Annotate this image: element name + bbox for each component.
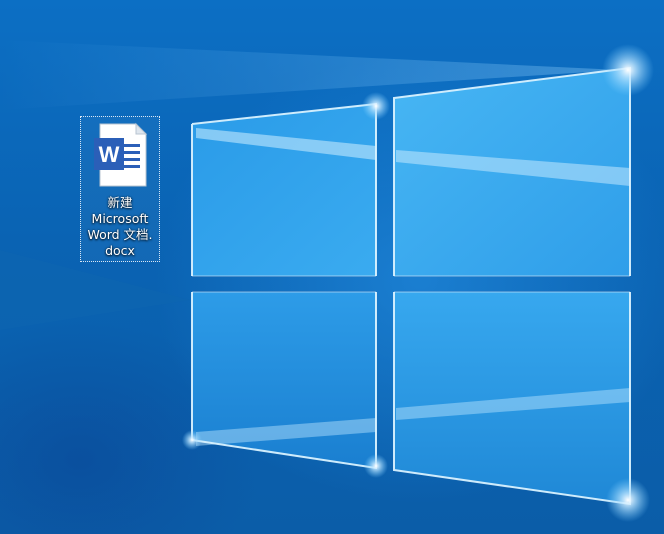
wallpaper (0, 40, 654, 522)
word-document-icon: W (94, 122, 148, 187)
desktop-icon-label: 新建 Microsoft Word 文档. docx (87, 195, 153, 258)
desktop-icon-word-document[interactable]: W 新建 Microsoft Word 文档. docx (80, 116, 160, 262)
desktop[interactable]: W 新建 Microsoft Word 文档. docx (0, 0, 664, 534)
word-badge-letter: W (99, 142, 120, 167)
